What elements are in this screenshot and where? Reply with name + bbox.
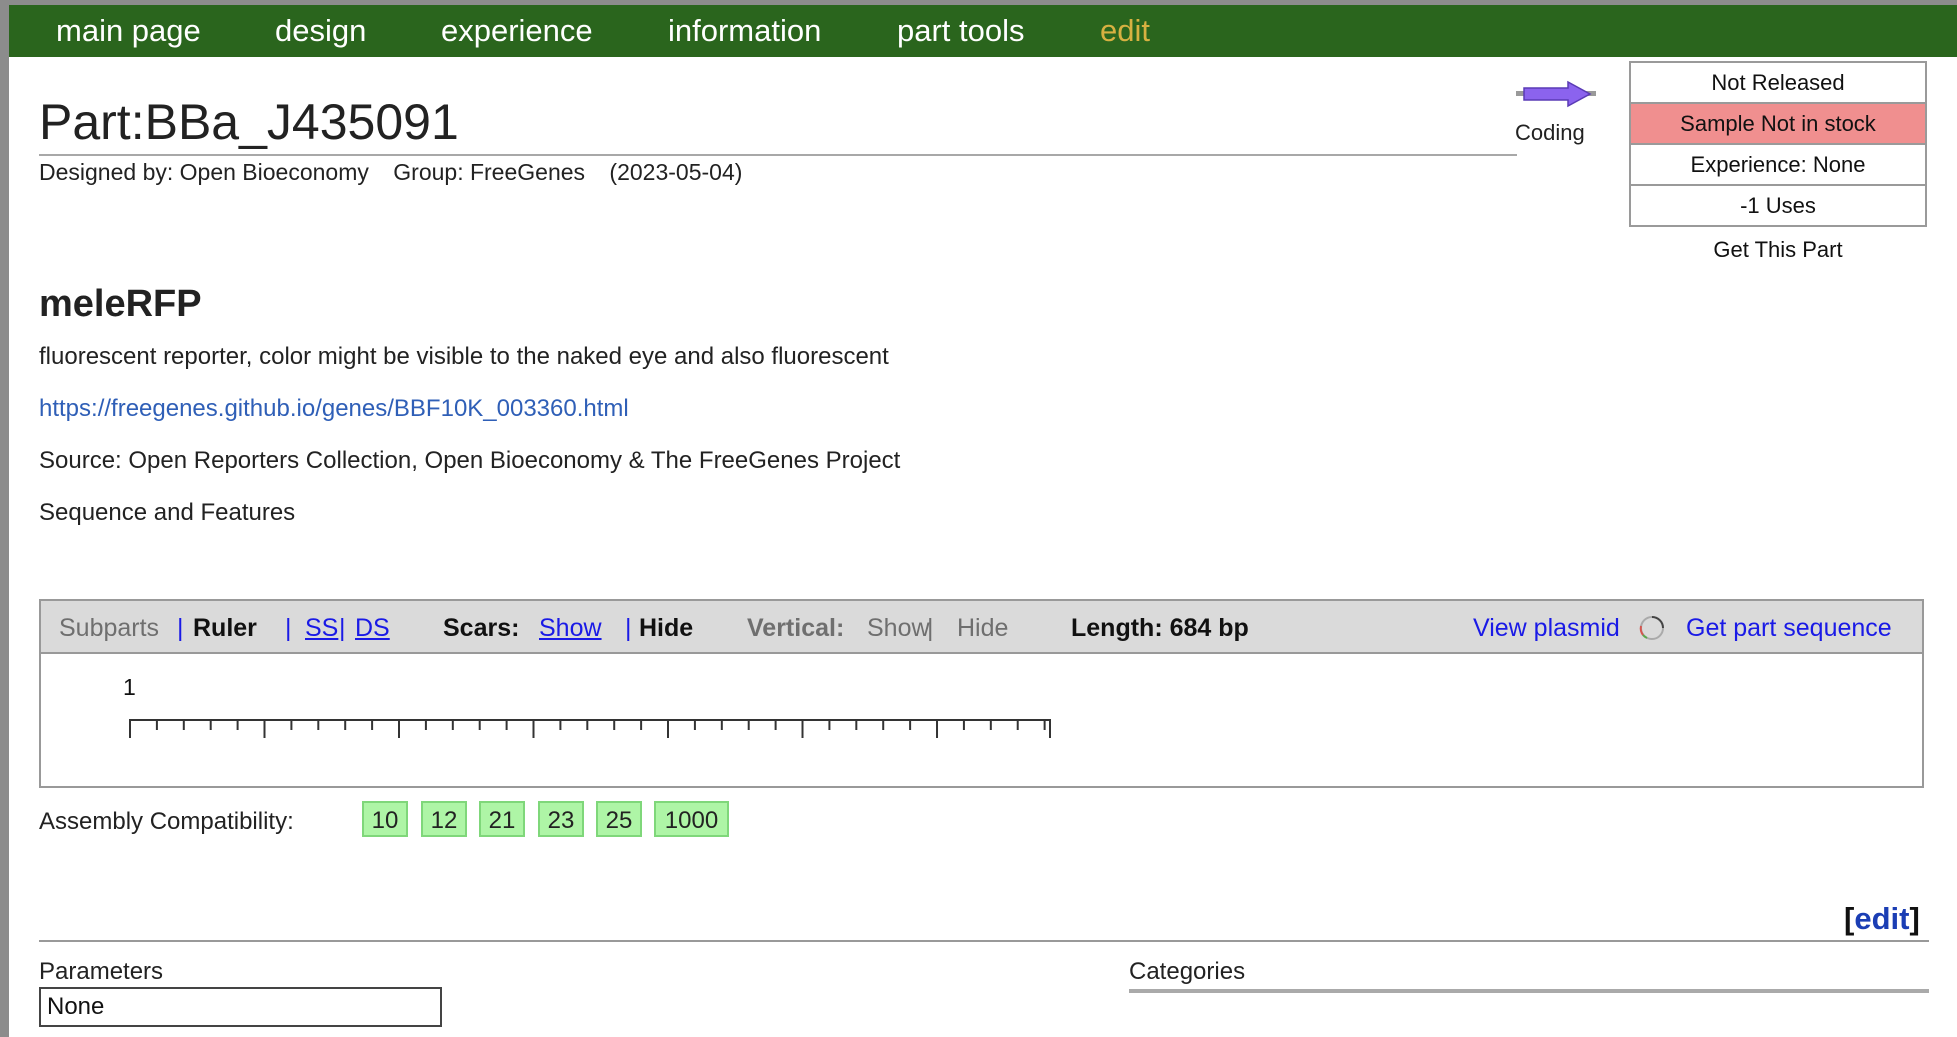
coding-arrow-icon — [1516, 80, 1596, 108]
top-nav: main page design experience information … — [9, 5, 1957, 57]
sequence-ruler: 1 — [123, 674, 1051, 738]
date: (2023-05-04) — [609, 159, 743, 185]
title-divider — [39, 154, 1517, 156]
experience-status: Experience: None — [1631, 143, 1925, 184]
separator: | — [339, 614, 346, 642]
source-text: Source: Open Reporters Collection, Open … — [39, 447, 901, 474]
assembly-badge-21: 21 — [479, 801, 525, 837]
vertical-label: Vertical: — [747, 614, 845, 642]
nav-main-page[interactable]: main page — [56, 13, 201, 49]
parameters-value: None — [39, 987, 442, 1027]
section-divider — [39, 940, 1929, 942]
ruler-ticks — [129, 719, 1051, 738]
scars-show-link[interactable]: Show — [539, 614, 602, 643]
assembly-badge-1000: 1000 — [654, 801, 729, 837]
sample-status: Sample Not in stock — [1631, 102, 1925, 143]
edit-bracket-open: [ — [1844, 901, 1855, 936]
assembly-badge-12: 12 — [421, 801, 467, 837]
part-type-label: Coding — [1515, 120, 1585, 145]
page-frame: main page design experience information … — [9, 5, 1957, 1037]
nav-information[interactable]: information — [668, 13, 821, 49]
separator: | — [625, 614, 632, 642]
uses-count: -1 Uses — [1631, 184, 1925, 225]
part-meta: Designed by: Open Bioeconomy Group: Free… — [39, 159, 760, 186]
viewer-toolbar: Subparts | Ruler | SS | DS Scars: Show |… — [41, 601, 1922, 654]
plasmid-circle-icon[interactable] — [1638, 614, 1666, 642]
vertical-hide-option[interactable]: Hide — [957, 614, 1008, 643]
get-this-part-link[interactable]: Get This Part — [1629, 237, 1927, 263]
nav-design[interactable]: design — [275, 13, 366, 49]
assembly-badge-25: 25 — [596, 801, 642, 837]
edit-section-link: [edit] — [1844, 901, 1920, 937]
scars-label: Scars: — [443, 614, 520, 642]
nav-experience[interactable]: experience — [441, 13, 593, 49]
scars-hide-option[interactable]: Hide — [639, 614, 693, 643]
nav-part-tools[interactable]: part tools — [897, 13, 1025, 49]
edit-link[interactable]: edit — [1854, 901, 1909, 936]
ss-option-link[interactable]: SS — [305, 614, 338, 643]
status-box: Not Released Sample Not in stock Experie… — [1629, 61, 1927, 227]
ds-option-link[interactable]: DS — [355, 614, 390, 643]
sequence-length: Length: 684 bp — [1071, 614, 1249, 642]
group: Group: FreeGenes — [393, 159, 586, 185]
sequence-viewer: Subparts | Ruler | SS | DS Scars: Show |… — [39, 599, 1924, 788]
parameters-label: Parameters — [39, 958, 164, 985]
get-part-sequence-link[interactable]: Get part sequence — [1686, 614, 1892, 643]
designer: Designed by: Open Bioeconomy — [39, 159, 369, 185]
external-url-link[interactable]: https://freegenes.github.io/genes/BBF10K… — [39, 395, 629, 423]
assembly-badge-23: 23 — [538, 801, 584, 837]
ruler-start-label: 1 — [123, 674, 136, 700]
categories-divider — [1129, 989, 1929, 993]
page-title: Part:BBa_J435091 — [39, 94, 459, 150]
release-status: Not Released — [1711, 70, 1845, 95]
assembly-badge-10: 10 — [362, 801, 408, 837]
separator: | — [285, 614, 292, 642]
part-description: fluorescent reporter, color might be vis… — [39, 343, 889, 370]
separator: | — [927, 614, 934, 642]
nav-edit[interactable]: edit — [1100, 13, 1150, 49]
edit-bracket-close: ] — [1909, 901, 1920, 936]
view-plasmid-link[interactable]: View plasmid — [1473, 614, 1620, 643]
assembly-compatibility-label: Assembly Compatibility: — [39, 808, 294, 835]
part-short-name: meleRFP — [39, 283, 202, 325]
categories-label: Categories — [1129, 958, 1246, 985]
sequence-features-heading: Sequence and Features — [39, 499, 296, 526]
ruler-option[interactable]: Ruler — [193, 614, 257, 643]
vertical-show-option[interactable]: Show — [867, 614, 930, 643]
separator: | — [177, 614, 184, 642]
subparts-option[interactable]: Subparts — [59, 614, 159, 643]
